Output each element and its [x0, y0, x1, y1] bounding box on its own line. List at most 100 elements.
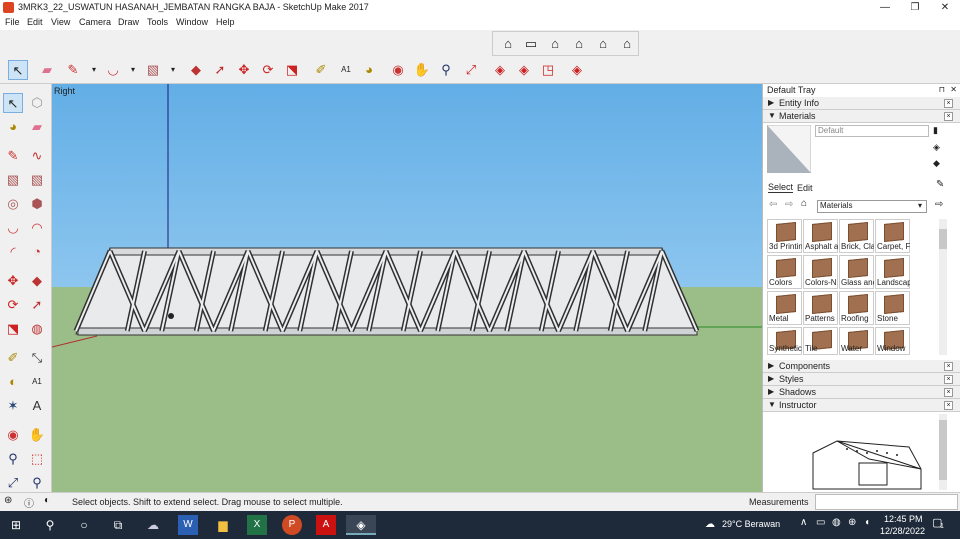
sketchup-taskbar-icon[interactable]: ◈	[346, 515, 376, 535]
network-icon[interactable]: ◍	[832, 517, 841, 528]
pie-tool-icon[interactable]: ◔	[27, 242, 47, 262]
material-item[interactable]: Colors-N	[803, 255, 838, 289]
circle-tool-icon[interactable]: ◎	[3, 194, 23, 214]
components-header[interactable]: ▶ Components ×	[763, 360, 960, 373]
volume-icon[interactable]: ◖	[864, 517, 870, 528]
paint-bucket-icon[interactable]: ◕	[3, 117, 23, 137]
menu-view[interactable]: View	[51, 17, 70, 27]
home-icon[interactable]: ⌂	[801, 198, 807, 209]
arc-tool-icon[interactable]: ◡	[3, 218, 23, 238]
text-tool-icon[interactable]: A1	[336, 60, 356, 80]
word-icon[interactable]: W	[178, 515, 198, 535]
right-view-icon[interactable]: ⌂	[569, 34, 589, 54]
rectangle-tool-icon[interactable]: ▧	[3, 170, 23, 190]
line-tool-icon[interactable]: ✎	[63, 60, 83, 80]
top-view-icon[interactable]: ▭	[521, 34, 541, 54]
protractor-icon[interactable]: ◐	[3, 372, 23, 392]
select-tool-icon[interactable]: ↖	[3, 93, 23, 113]
left-view-icon[interactable]: ⌂	[617, 34, 637, 54]
menu-file[interactable]: File	[5, 17, 20, 27]
polygon-tool-icon[interactable]: ⬢	[27, 194, 47, 214]
move-icon[interactable]: ✥	[234, 60, 254, 80]
styles-header[interactable]: ▶ Styles ×	[763, 373, 960, 386]
battery-icon[interactable]: ▭	[816, 517, 825, 528]
close-icon[interactable]: ×	[944, 362, 953, 371]
clock-time[interactable]: 12:45 PM	[884, 514, 923, 524]
material-item[interactable]: Metal	[767, 291, 802, 325]
push-pull-icon[interactable]: ◆	[27, 271, 47, 291]
move-icon[interactable]: ✥	[3, 271, 23, 291]
rotated-rectangle-icon[interactable]: ▧	[27, 170, 47, 190]
close-icon[interactable]: ✕	[950, 85, 957, 94]
pin-icon[interactable]: ⊓	[939, 85, 945, 94]
material-item[interactable]: 3d Printin	[767, 219, 802, 253]
clock-date[interactable]: 12/28/2022	[880, 526, 925, 536]
zoom-extents-icon[interactable]: ⤢	[3, 473, 23, 493]
follow-me-icon[interactable]: ➚	[210, 60, 230, 80]
zoom-icon[interactable]: ⚲	[3, 449, 23, 469]
dimension-icon[interactable]: ⤡	[27, 348, 47, 368]
geo-location-icon[interactable]: ⊛	[4, 495, 12, 506]
tray-chevron-icon[interactable]: ∧	[800, 517, 807, 528]
material-item[interactable]: Carpet, F	[875, 219, 910, 253]
bridge-model[interactable]	[52, 84, 762, 492]
extension-warehouse-icon[interactable]: ◳	[538, 60, 558, 80]
eyedropper-icon[interactable]: ✎	[936, 179, 944, 190]
excel-icon[interactable]: X	[247, 515, 267, 535]
material-item[interactable]: Stone	[875, 291, 910, 325]
powerpoint-icon[interactable]: P	[282, 515, 302, 535]
acrobat-icon[interactable]: A	[316, 515, 336, 535]
menu-draw[interactable]: Draw	[118, 17, 139, 27]
material-item[interactable]: Patterns	[803, 291, 838, 325]
tape-measure-icon[interactable]: ✐	[311, 60, 331, 80]
back-view-icon[interactable]: ⌂	[593, 34, 613, 54]
material-item[interactable]: Colors	[767, 255, 802, 289]
windows-start-icon[interactable]: ⊞	[6, 515, 26, 535]
close-button[interactable]: ✕	[930, 0, 960, 15]
cortana-icon[interactable]: ○	[74, 515, 94, 535]
line-tool-icon[interactable]: ✎	[3, 146, 23, 166]
materials-header[interactable]: ▼ Materials ×	[763, 110, 960, 123]
credits-icon[interactable]: ⓘ	[24, 495, 34, 510]
share-model-icon[interactable]: ◈	[514, 60, 534, 80]
edit-tab[interactable]: Edit	[797, 183, 813, 193]
instructor-header[interactable]: ▼ Instructor ×	[763, 399, 960, 412]
menu-window[interactable]: Window	[176, 17, 208, 27]
pan-icon[interactable]: ✋	[27, 425, 47, 445]
close-icon[interactable]: ×	[944, 99, 953, 108]
follow-me-icon[interactable]: ➚	[27, 295, 47, 315]
3d-text-icon[interactable]: A	[27, 396, 47, 416]
rectangle-tool-icon[interactable]: ▧	[143, 60, 163, 80]
chevron-down-icon[interactable]: ▾	[123, 60, 143, 80]
instructor-scrollbar[interactable]	[939, 414, 947, 490]
offset-icon[interactable]: ◍	[27, 319, 47, 339]
scale-icon[interactable]: ⬔	[3, 319, 23, 339]
weather-text[interactable]: 29°C Berawan	[722, 519, 780, 529]
tape-measure-icon[interactable]: ✐	[3, 348, 23, 368]
zoom-icon[interactable]: ⚲	[436, 60, 456, 80]
material-item[interactable]: Tile	[803, 327, 838, 355]
shadows-header[interactable]: ▶ Shadows ×	[763, 386, 960, 399]
paint-icon[interactable]: ◆	[933, 158, 940, 169]
forward-arrow-icon[interactable]: ⇨	[785, 199, 793, 210]
cloud-app-icon[interactable]: ☁	[143, 515, 163, 535]
scale-icon[interactable]: ⬔	[282, 60, 302, 80]
three-point-arc-icon[interactable]: ◜	[3, 242, 23, 262]
front-view-icon[interactable]: ⌂	[545, 34, 565, 54]
details-icon[interactable]: ⇨	[935, 199, 943, 210]
select-tool-icon[interactable]: ↖	[8, 60, 28, 80]
material-item[interactable]: Glass anc	[839, 255, 874, 289]
library-select[interactable]: Materials	[817, 200, 927, 213]
eraser-icon[interactable]: ▰	[27, 117, 47, 137]
iso-view-icon[interactable]: ⌂	[498, 34, 518, 54]
material-name-field[interactable]: Default	[815, 125, 929, 137]
menu-edit[interactable]: Edit	[27, 17, 43, 27]
model-viewport[interactable]: Right	[52, 84, 762, 492]
user-icon[interactable]: ◐	[44, 495, 50, 506]
material-item[interactable]: Synthetic	[767, 327, 802, 355]
push-pull-icon[interactable]: ◆	[186, 60, 206, 80]
create-material-icon[interactable]: ◈	[933, 142, 940, 153]
search-icon[interactable]: ⚲	[40, 515, 60, 535]
material-item[interactable]: Brick, Cla	[839, 219, 874, 253]
close-icon[interactable]: ×	[944, 112, 953, 121]
